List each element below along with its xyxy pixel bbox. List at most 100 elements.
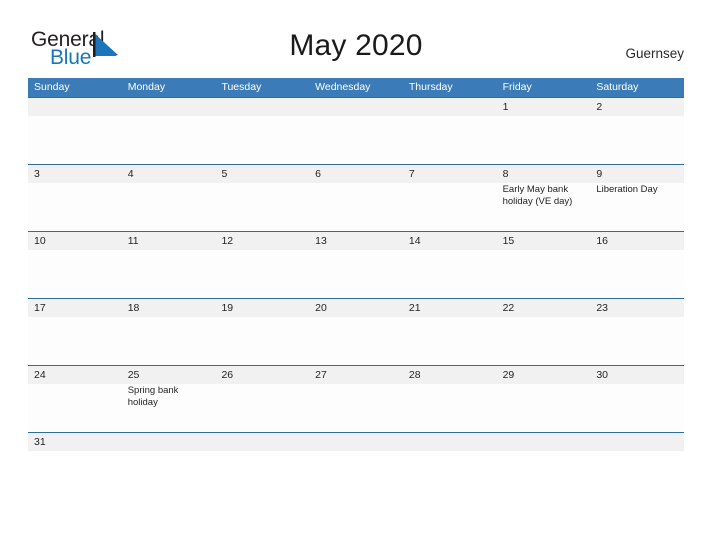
day-number[interactable]: 31 [28, 433, 122, 451]
day-cell[interactable] [403, 250, 497, 298]
weekday-monday: Monday [127, 81, 166, 93]
day-number[interactable]: 19 [215, 299, 309, 317]
day-cell[interactable] [497, 250, 591, 298]
week-row: 31 [28, 432, 684, 451]
day-cell[interactable] [28, 116, 122, 164]
day-cell[interactable] [28, 250, 122, 298]
week-number-band: 3 4 5 6 7 8 9 [28, 165, 684, 183]
day-number[interactable] [309, 98, 403, 116]
day-number[interactable] [497, 433, 591, 451]
day-number[interactable] [403, 433, 497, 451]
day-cell[interactable] [403, 116, 497, 164]
day-cell[interactable] [122, 250, 216, 298]
day-number[interactable]: 28 [403, 366, 497, 384]
day-cell[interactable] [590, 250, 684, 298]
weekday-friday: Friday [502, 81, 532, 93]
day-number[interactable]: 22 [497, 299, 591, 317]
day-cell[interactable] [309, 317, 403, 365]
week-number-band: 10 11 12 13 14 15 16 [28, 232, 684, 250]
day-number[interactable]: 24 [28, 366, 122, 384]
weekday-wednesday: Wednesday [315, 81, 371, 93]
day-cell[interactable] [403, 384, 497, 432]
day-cell[interactable] [309, 250, 403, 298]
day-cell[interactable] [122, 116, 216, 164]
weekday-saturday: Saturday [596, 81, 639, 93]
day-number[interactable]: 15 [497, 232, 591, 250]
week-row: 1 2 [28, 97, 684, 164]
day-cell[interactable] [590, 317, 684, 365]
week-number-band: 1 2 [28, 98, 684, 116]
day-cell[interactable]: Early May bank holiday (VE day) [497, 183, 591, 231]
day-cell[interactable] [403, 317, 497, 365]
day-number[interactable]: 20 [309, 299, 403, 317]
day-cell[interactable] [28, 384, 122, 432]
weekday-tuesday: Tuesday [221, 81, 262, 93]
day-number[interactable]: 17 [28, 299, 122, 317]
day-cell[interactable] [28, 183, 122, 231]
day-number[interactable]: 3 [28, 165, 122, 183]
day-number[interactable]: 12 [215, 232, 309, 250]
day-number[interactable]: 11 [122, 232, 216, 250]
day-number[interactable]: 16 [590, 232, 684, 250]
day-number[interactable]: 8 [497, 165, 591, 183]
page-title: May 2020 [289, 29, 423, 62]
day-cell[interactable] [309, 384, 403, 432]
day-cell[interactable]: Liberation Day [590, 183, 684, 231]
day-number[interactable]: 14 [403, 232, 497, 250]
day-cell[interactable] [309, 183, 403, 231]
day-number[interactable] [403, 98, 497, 116]
day-number[interactable]: 30 [590, 366, 684, 384]
day-number[interactable]: 25 [122, 366, 216, 384]
week-event-band: Spring bank holiday [28, 384, 684, 432]
day-number[interactable]: 29 [497, 366, 591, 384]
day-cell[interactable] [215, 116, 309, 164]
day-number[interactable]: 27 [309, 366, 403, 384]
week-row: 10 11 12 13 14 15 16 [28, 231, 684, 298]
day-number[interactable]: 5 [215, 165, 309, 183]
day-number[interactable]: 13 [309, 232, 403, 250]
calendar-grid: Sunday Monday Tuesday Wednesday Thursday… [28, 78, 684, 451]
day-cell[interactable] [497, 116, 591, 164]
day-number[interactable]: 21 [403, 299, 497, 317]
week-event-band [28, 250, 684, 298]
week-number-band: 24 25 26 27 28 29 30 [28, 366, 684, 384]
day-cell[interactable] [590, 116, 684, 164]
day-number[interactable]: 10 [28, 232, 122, 250]
day-number[interactable]: 23 [590, 299, 684, 317]
day-number[interactable]: 26 [215, 366, 309, 384]
day-cell[interactable]: Spring bank holiday [122, 384, 216, 432]
day-cell[interactable] [122, 317, 216, 365]
day-number[interactable] [122, 433, 216, 451]
day-cell[interactable] [122, 183, 216, 231]
weekday-sunday: Sunday [34, 81, 70, 93]
day-number[interactable]: 1 [497, 98, 591, 116]
locale-label: Guernsey [625, 46, 684, 61]
day-number[interactable]: 4 [122, 165, 216, 183]
day-number[interactable]: 9 [590, 165, 684, 183]
week-number-band: 31 [28, 433, 684, 451]
day-number[interactable]: 2 [590, 98, 684, 116]
day-cell[interactable] [497, 384, 591, 432]
day-cell[interactable] [215, 384, 309, 432]
day-cell[interactable] [497, 317, 591, 365]
day-event-text: Early May bank holiday (VE day) [502, 184, 573, 207]
day-number[interactable] [122, 98, 216, 116]
day-cell[interactable] [590, 384, 684, 432]
day-number[interactable] [215, 433, 309, 451]
day-cell[interactable] [309, 116, 403, 164]
week-row: 17 18 19 20 21 22 23 [28, 298, 684, 365]
day-cell[interactable] [215, 317, 309, 365]
week-event-band: Early May bank holiday (VE day) Liberati… [28, 183, 684, 231]
day-cell[interactable] [215, 183, 309, 231]
day-number[interactable]: 6 [309, 165, 403, 183]
day-number[interactable] [215, 98, 309, 116]
day-number[interactable] [309, 433, 403, 451]
day-number[interactable]: 18 [122, 299, 216, 317]
day-cell[interactable] [215, 250, 309, 298]
day-cell[interactable] [28, 317, 122, 365]
day-number[interactable] [28, 98, 122, 116]
week-row: 24 25 26 27 28 29 30 Spring bank holiday [28, 365, 684, 432]
day-cell[interactable] [403, 183, 497, 231]
day-number[interactable]: 7 [403, 165, 497, 183]
day-number[interactable] [590, 433, 684, 451]
